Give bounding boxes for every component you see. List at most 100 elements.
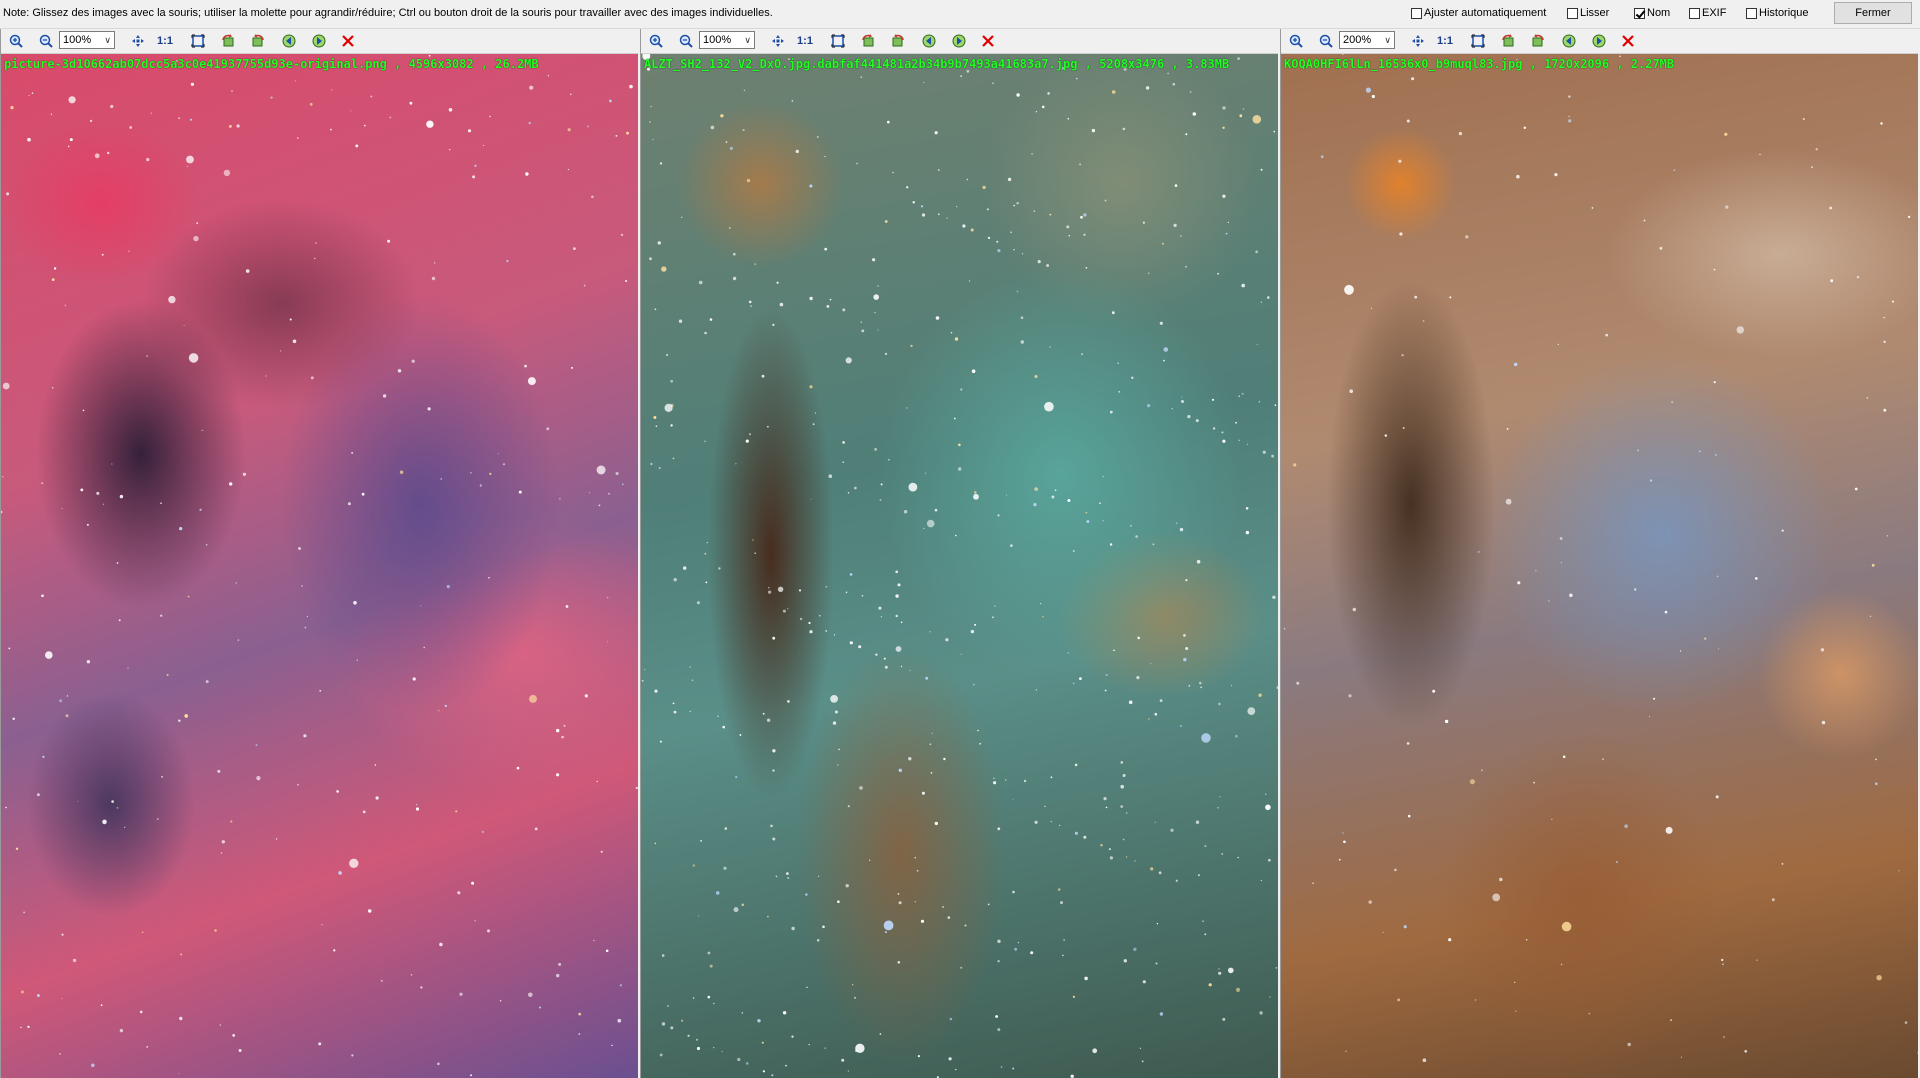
image-view[interactable]: ALZT_SH2_132_V2_DxO.jpg.dabfaf441481a2b3… [641, 54, 1278, 1078]
panel-toolbar: 100% ∨ 1:1 [641, 29, 1278, 54]
star-field [1283, 54, 1918, 1062]
star [782, 609, 786, 613]
star [883, 920, 894, 931]
delete-icon[interactable] [339, 32, 357, 50]
rotate-left-icon[interactable] [859, 32, 877, 50]
star [567, 168, 570, 171]
delete-icon[interactable] [979, 32, 997, 50]
actual-size-button[interactable]: 1:1 [796, 32, 814, 50]
rotate-right-icon[interactable] [249, 32, 267, 50]
move-icon[interactable] [1409, 32, 1427, 50]
auto-fit-checkbox[interactable]: Ajuster automatiquement [1411, 7, 1546, 19]
image-view[interactable]: picture-3d10662ab07dcc5a3c0e41937755d93e… [1, 54, 638, 1078]
star [220, 852, 223, 854]
zoom-out-icon[interactable] [677, 32, 695, 50]
fit-icon[interactable] [829, 32, 847, 50]
auto-fit-checkbox-box[interactable] [1411, 7, 1422, 19]
previous-image-icon[interactable] [280, 32, 298, 50]
star [997, 827, 1001, 831]
star [654, 308, 657, 311]
star [59, 1053, 61, 1055]
star [1120, 784, 1124, 789]
zoom-in-icon[interactable] [647, 32, 665, 50]
image-view[interactable]: KOQA0HFI6lLn_16536x0_b9muql83.jpg , 1720… [1281, 54, 1918, 1078]
star [584, 694, 588, 698]
history-checkbox[interactable]: Historique [1746, 7, 1809, 19]
star [987, 903, 990, 906]
fit-icon[interactable] [1469, 32, 1487, 50]
star [1713, 381, 1716, 384]
star [1128, 700, 1133, 705]
fit-icon[interactable] [189, 32, 207, 50]
star [1042, 615, 1044, 618]
star [61, 998, 63, 1000]
star [41, 594, 44, 598]
star [1060, 901, 1063, 905]
rotate-left-icon[interactable] [219, 32, 237, 50]
move-icon[interactable] [769, 32, 787, 50]
star [528, 121, 531, 125]
zoom-in-icon[interactable] [1287, 32, 1305, 50]
exif-checkbox-box[interactable] [1689, 7, 1700, 19]
smooth-checkbox[interactable]: Lisser [1567, 7, 1609, 19]
rotate-right-icon[interactable] [889, 32, 907, 50]
close-button[interactable]: Fermer [1834, 2, 1912, 24]
star [1044, 401, 1054, 412]
image-caption: ALZT_SH2_132_V2_DxO.jpg.dabfaf441481a2b3… [644, 57, 1230, 71]
name-checkbox[interactable]: Nom [1634, 7, 1670, 19]
star [605, 949, 609, 953]
history-checkbox-box[interactable] [1746, 7, 1757, 19]
star [146, 1046, 149, 1048]
star [1371, 94, 1375, 99]
star [1054, 489, 1057, 492]
star [895, 594, 899, 598]
actual-size-button[interactable]: 1:1 [1436, 32, 1454, 50]
chevron-down-icon: ∨ [744, 35, 751, 45]
star [986, 208, 989, 211]
star [1499, 877, 1503, 882]
star [620, 233, 624, 237]
zoom-out-icon[interactable] [1317, 32, 1335, 50]
zoom-select[interactable]: 200% ∨ [1339, 31, 1395, 49]
star [330, 128, 332, 131]
image-caption: KOQA0HFI6lLn_16536x0_b9muql83.jpg , 1720… [1284, 57, 1675, 71]
delete-icon[interactable] [1619, 32, 1637, 50]
star [834, 710, 838, 714]
star [116, 562, 119, 564]
star [235, 582, 237, 584]
star [1171, 408, 1173, 410]
star [1150, 663, 1152, 665]
star [1262, 450, 1266, 454]
previous-image-icon[interactable] [920, 32, 938, 50]
name-checkbox-box[interactable] [1634, 7, 1645, 19]
star [1407, 814, 1411, 818]
next-image-icon[interactable] [1590, 32, 1608, 50]
star [1854, 487, 1858, 491]
next-image-icon[interactable] [310, 32, 328, 50]
star [1111, 311, 1115, 315]
next-image-icon[interactable] [950, 32, 968, 50]
rotate-left-icon[interactable] [1499, 32, 1517, 50]
star [409, 101, 413, 105]
star [556, 728, 560, 733]
zoom-select[interactable]: 100% ∨ [59, 31, 115, 49]
zoom-out-icon[interactable] [37, 32, 55, 50]
star [1000, 1066, 1003, 1068]
zoom-select[interactable]: 100% ∨ [699, 31, 755, 49]
star [897, 893, 900, 895]
previous-image-icon[interactable] [1560, 32, 1578, 50]
star [659, 1053, 663, 1057]
zoom-in-icon[interactable] [7, 32, 25, 50]
rotate-right-icon[interactable] [1529, 32, 1547, 50]
star [527, 377, 536, 386]
star [852, 984, 854, 986]
star [1125, 812, 1128, 814]
star [1122, 774, 1126, 777]
actual-size-button[interactable]: 1:1 [156, 32, 174, 50]
star [304, 626, 307, 629]
move-icon[interactable] [129, 32, 147, 50]
star [1222, 439, 1226, 443]
star [183, 324, 185, 326]
smooth-checkbox-box[interactable] [1567, 7, 1578, 19]
exif-checkbox[interactable]: EXIF [1689, 7, 1726, 19]
